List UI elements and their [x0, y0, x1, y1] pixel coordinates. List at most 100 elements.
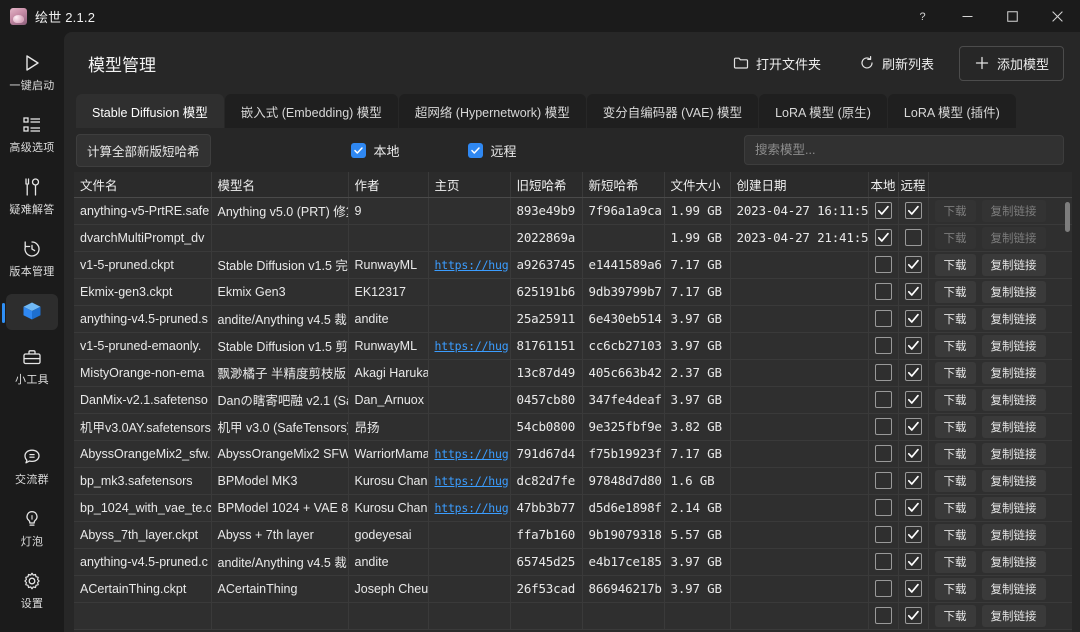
column-header-new-hash[interactable]: 新短哈希 — [582, 172, 664, 197]
compute-all-new-hash-button[interactable]: 计算全部新版短哈希 — [76, 134, 211, 167]
local-checkbox[interactable] — [875, 337, 892, 354]
local-checkbox[interactable] — [875, 256, 892, 273]
remote-checkbox[interactable] — [905, 607, 922, 624]
remote-checkbox[interactable] — [905, 526, 922, 543]
refresh-list-button[interactable]: 刷新列表 — [846, 46, 947, 81]
cell-remote-checkbox[interactable] — [898, 467, 928, 494]
cell-local-checkbox[interactable] — [868, 386, 898, 413]
cell-local-checkbox[interactable] — [868, 548, 898, 575]
local-checkbox[interactable] — [875, 364, 892, 381]
column-header-homepage[interactable]: 主页 — [428, 172, 510, 197]
tab-embedding[interactable]: 嵌入式 (Embedding) 模型 — [225, 94, 398, 128]
local-checkbox[interactable] — [875, 499, 892, 516]
copy-link-button[interactable]: 复制链接 — [982, 578, 1046, 600]
local-checkbox[interactable] — [875, 418, 892, 435]
cell-remote-checkbox[interactable] — [898, 386, 928, 413]
tab-lora-native[interactable]: LoRA 模型 (原生) — [759, 94, 887, 128]
cell-remote-checkbox[interactable] — [898, 413, 928, 440]
cell-local-checkbox[interactable] — [868, 521, 898, 548]
local-filter-checkbox[interactable]: 本地 — [351, 141, 400, 160]
cell-remote-checkbox[interactable] — [898, 494, 928, 521]
remote-checkbox[interactable] — [905, 364, 922, 381]
cell-remote-checkbox[interactable] — [898, 602, 928, 629]
tab-stable-diffusion[interactable]: Stable Diffusion 模型 — [76, 94, 224, 128]
copy-link-button[interactable]: 复制链接 — [982, 551, 1046, 573]
local-checkbox[interactable] — [875, 283, 892, 300]
cell-local-checkbox[interactable] — [868, 413, 898, 440]
copy-link-button[interactable]: 复制链接 — [982, 227, 1046, 249]
table-row[interactable]: v1-5-pruned.ckptStable Diffusion v1.5 完R… — [74, 251, 1072, 278]
download-button[interactable]: 下载 — [935, 308, 976, 330]
tab-lora-plugin[interactable]: LoRA 模型 (插件) — [888, 94, 1016, 128]
table-row[interactable]: AbyssOrangeMix2_sfw.AbyssOrangeMix2 SFWW… — [74, 440, 1072, 467]
download-button[interactable]: 下载 — [935, 281, 976, 303]
table-row[interactable]: anything-v4.5-pruned.sandite/Anything v4… — [74, 305, 1072, 332]
local-checkbox[interactable] — [875, 391, 892, 408]
download-button[interactable]: 下载 — [935, 254, 976, 276]
local-checkbox[interactable] — [875, 445, 892, 462]
copy-link-button[interactable]: 复制链接 — [982, 497, 1046, 519]
table-row[interactable]: anything-v5-PrtRE.safeAnything v5.0 (PRT… — [74, 197, 1072, 224]
cell-remote-checkbox[interactable] — [898, 521, 928, 548]
download-button[interactable]: 下载 — [935, 443, 976, 465]
local-checkbox[interactable] — [875, 580, 892, 597]
download-button[interactable]: 下载 — [935, 227, 976, 249]
cell-homepage[interactable]: https://hug — [428, 251, 510, 278]
local-checkbox[interactable] — [875, 553, 892, 570]
cell-homepage[interactable]: https://hug — [428, 467, 510, 494]
cell-remote-checkbox[interactable] — [898, 575, 928, 602]
cell-remote-checkbox[interactable] — [898, 332, 928, 359]
table-row[interactable]: anything-v4.5-pruned.candite/Anything v4… — [74, 548, 1072, 575]
sidebar-item-tools[interactable]: 小工具 — [6, 340, 58, 392]
column-header-filename[interactable]: 文件名 — [74, 172, 211, 197]
table-row[interactable]: Abyss_7th_layer.ckptAbyss + 7th layergod… — [74, 521, 1072, 548]
table-row[interactable]: bp_mk3.safetensorsBPModel MK3Kurosu Chan… — [74, 467, 1072, 494]
column-header-modelname[interactable]: 模型名 — [211, 172, 348, 197]
download-button[interactable]: 下载 — [935, 578, 976, 600]
cell-local-checkbox[interactable] — [868, 575, 898, 602]
cell-local-checkbox[interactable] — [868, 197, 898, 224]
close-button[interactable] — [1035, 0, 1080, 32]
sidebar-item-model-management[interactable] — [6, 294, 58, 330]
cell-remote-checkbox[interactable] — [898, 359, 928, 386]
copy-link-button[interactable]: 复制链接 — [982, 335, 1046, 357]
model-table-container[interactable]: 文件名 模型名 作者 主页 旧短哈希 新短哈希 文件大小 创建日期 本地 远程 — [74, 172, 1072, 632]
table-row[interactable]: 下载复制链接 — [74, 602, 1072, 629]
copy-link-button[interactable]: 复制链接 — [982, 416, 1046, 438]
table-row[interactable]: ACertainThing.ckptACertainThingJoseph Ch… — [74, 575, 1072, 602]
table-row[interactable]: Ekmix-gen3.ckptEkmix Gen3EK12317625191b6… — [74, 278, 1072, 305]
homepage-link[interactable]: https://hug — [435, 339, 509, 353]
copy-link-button[interactable]: 复制链接 — [982, 524, 1046, 546]
remote-checkbox[interactable] — [905, 283, 922, 300]
copy-link-button[interactable]: 复制链接 — [982, 281, 1046, 303]
copy-link-button[interactable]: 复制链接 — [982, 389, 1046, 411]
table-row[interactable]: dvarchMultiPrompt_dv2022869a1.99 GB2023-… — [74, 224, 1072, 251]
cell-local-checkbox[interactable] — [868, 305, 898, 332]
download-button[interactable]: 下载 — [935, 362, 976, 384]
local-checkbox[interactable] — [875, 526, 892, 543]
copy-link-button[interactable]: 复制链接 — [982, 254, 1046, 276]
copy-link-button[interactable]: 复制链接 — [982, 443, 1046, 465]
table-row[interactable]: 机甲v3.0AY.safetensors机甲 v3.0 (SafeTensors… — [74, 413, 1072, 440]
cell-remote-checkbox[interactable] — [898, 278, 928, 305]
remote-checkbox[interactable] — [905, 445, 922, 462]
download-button[interactable]: 下载 — [935, 497, 976, 519]
cell-local-checkbox[interactable] — [868, 224, 898, 251]
cell-remote-checkbox[interactable] — [898, 305, 928, 332]
help-button[interactable]: ? — [900, 0, 945, 32]
homepage-link[interactable]: https://hug — [435, 474, 509, 488]
download-button[interactable]: 下载 — [935, 389, 976, 411]
tab-hypernetwork[interactable]: 超网络 (Hypernetwork) 模型 — [399, 94, 586, 128]
local-checkbox[interactable] — [875, 229, 892, 246]
add-model-button[interactable]: 添加模型 — [959, 46, 1064, 81]
remote-checkbox[interactable] — [905, 391, 922, 408]
local-checkbox[interactable] — [875, 310, 892, 327]
tab-vae[interactable]: 变分自编码器 (VAE) 模型 — [587, 94, 758, 128]
table-row[interactable]: DanMix-v2.1.safetensoDanの瞎寄吧融 v2.1 (SaDa… — [74, 386, 1072, 413]
column-header-author[interactable]: 作者 — [348, 172, 428, 197]
copy-link-button[interactable]: 复制链接 — [982, 362, 1046, 384]
cell-local-checkbox[interactable] — [868, 494, 898, 521]
cell-remote-checkbox[interactable] — [898, 197, 928, 224]
copy-link-button[interactable]: 复制链接 — [982, 470, 1046, 492]
sidebar-item-one-click-start[interactable]: 一键启动 — [6, 46, 58, 98]
